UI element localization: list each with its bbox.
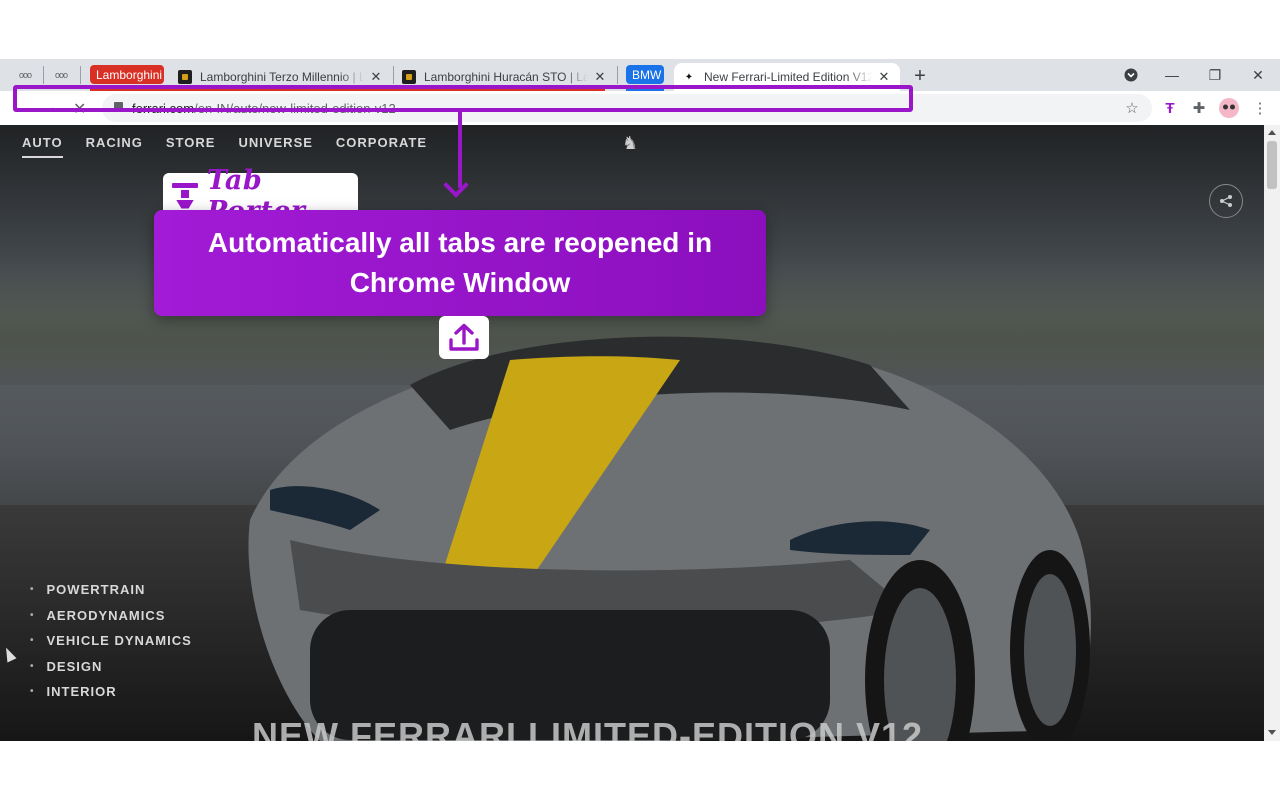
tab-separator	[80, 66, 81, 84]
nav-corporate[interactable]: CORPORATE	[336, 135, 427, 158]
ferrari-car-image	[248, 336, 1091, 741]
section-powertrain[interactable]: POWERTRAIN	[30, 577, 192, 603]
tab-title: New Ferrari-Limited Edition V12	[704, 70, 872, 84]
tab-title: Lamborghini Terzo Millennio | Lamborghin…	[200, 70, 364, 84]
close-window-button[interactable]: ✕	[1248, 65, 1268, 85]
nav-store[interactable]: STORE	[166, 135, 216, 158]
tab-porter-extension-icon[interactable]: Ŧ	[1160, 98, 1180, 118]
restore-button[interactable]: ❐	[1205, 65, 1225, 85]
section-vehicle-dynamics[interactable]: VEHICLE DYNAMICS	[30, 628, 192, 654]
tab-separator	[43, 66, 44, 84]
tab-group-bmw[interactable]: BMW	[626, 65, 664, 84]
close-tab-icon[interactable]: ✕	[368, 69, 384, 85]
nav-racing[interactable]: RACING	[86, 135, 143, 158]
scroll-down-arrow-icon[interactable]	[1268, 730, 1276, 735]
section-menu: POWERTRAIN AERODYNAMICS VEHICLE DYNAMICS…	[30, 577, 192, 705]
section-aerodynamics[interactable]: AERODYNAMICS	[30, 603, 192, 629]
close-tab-icon[interactable]: ✕	[876, 69, 892, 85]
vertical-scrollbar[interactable]	[1264, 125, 1280, 741]
profile-avatar[interactable]	[1219, 98, 1239, 118]
upload-icon	[439, 316, 489, 359]
page-headline: NEW FERRARI LIMITED-EDITION V12	[252, 715, 924, 741]
bookmark-star-icon[interactable]: ☆	[1122, 98, 1142, 118]
close-tab-icon[interactable]: ✕	[592, 69, 608, 85]
collapsed-tab-group[interactable]: ooo	[50, 68, 72, 82]
tab-search-icon[interactable]	[1121, 65, 1141, 85]
tab-strip-highlight	[13, 85, 913, 112]
tab-separator	[617, 66, 618, 84]
nav-auto[interactable]: AUTO	[22, 135, 63, 158]
tab-title: Lamborghini Huracán STO | Lamborghini	[424, 70, 588, 84]
collapsed-tab-group[interactable]: ooo	[14, 68, 36, 82]
scroll-thumb[interactable]	[1267, 141, 1277, 189]
nav-universe[interactable]: UNIVERSE	[238, 135, 312, 158]
section-interior[interactable]: INTERIOR	[30, 679, 192, 705]
lamborghini-favicon	[178, 70, 192, 84]
feature-callout: Automatically all tabs are reopened in C…	[154, 210, 766, 316]
chrome-menu-icon[interactable]: ⋮	[1250, 98, 1270, 118]
tab-porter-icon	[171, 181, 198, 211]
extensions-puzzle-icon[interactable]: ✚	[1189, 98, 1209, 118]
site-nav: AUTO RACING STORE UNIVERSE CORPORATE	[22, 135, 427, 158]
scroll-up-arrow-icon[interactable]	[1268, 130, 1276, 135]
ferrari-favicon: ✦	[684, 71, 694, 83]
new-tab-button[interactable]: +	[910, 65, 930, 87]
tab-group-lamborghini[interactable]: Lamborghini	[90, 65, 164, 84]
minimize-button[interactable]: —	[1162, 65, 1182, 85]
lamborghini-favicon	[402, 70, 416, 84]
callout-text: Automatically all tabs are reopened in C…	[207, 227, 713, 298]
browser-window: ooo ooo Lamborghini Lamborghini Terzo Mi…	[0, 59, 1280, 741]
section-design[interactable]: DESIGN	[30, 654, 192, 680]
share-icon[interactable]	[1209, 184, 1243, 218]
prancing-horse-logo-icon[interactable]: ♞	[622, 133, 638, 154]
